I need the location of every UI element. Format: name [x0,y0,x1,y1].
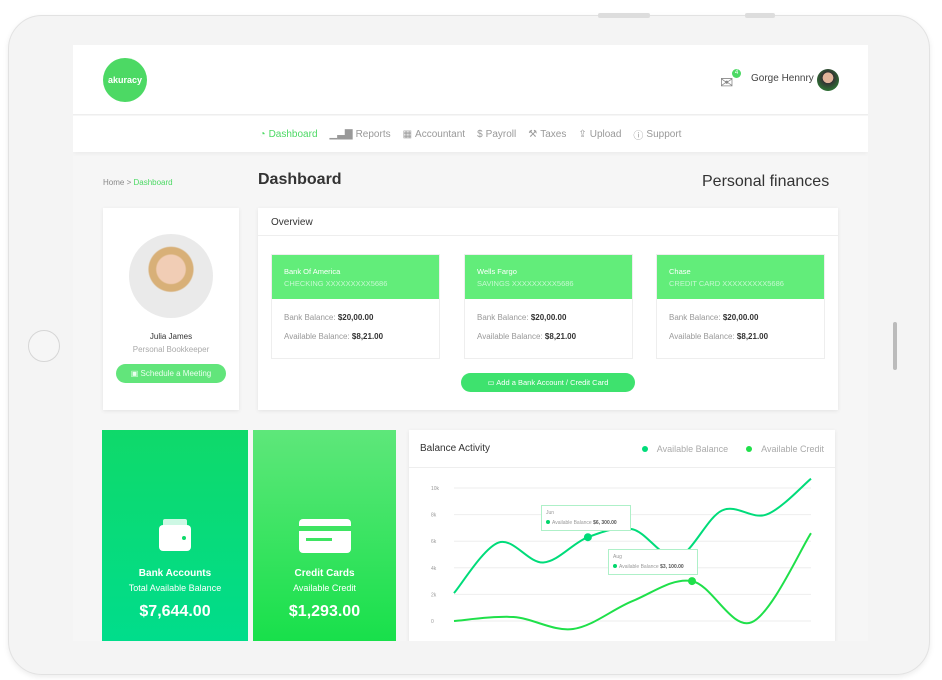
side-button [893,322,897,370]
y-tick-label: 0 [431,619,434,625]
breadcrumb-separator: > [126,178,132,187]
nav-upload[interactable]: ⇪ Upload [578,129,621,140]
mail-icon[interactable]: ✉ [720,73,733,93]
profile-photo [129,234,213,318]
balance-activity-card: Balance Activity Available Balance Avail… [409,430,835,641]
upload-icon: ⇪ [578,128,587,140]
app-screen: akuracy ✉ 4 Gorge Hennry ◔ Dashboard ▁▃▇ R… [73,45,868,641]
available-balance-label: Available Balance: [669,332,735,341]
highlight-point [583,533,592,542]
bank-name: Wells Fargo [477,267,517,276]
breadcrumb-home[interactable]: Home [103,178,124,187]
breadcrumb-current: Dashboard [133,178,173,187]
gauge-icon: ◔ [259,128,266,140]
tile-title: Bank Accounts [138,568,212,579]
volume-button [598,13,650,18]
home-button[interactable] [28,330,60,362]
nav-dashboard[interactable]: ◔ Dashboard [260,129,318,140]
legend-available-balance[interactable]: Available Balance [641,444,728,454]
credit-card-icon [253,518,396,558]
logo[interactable]: akuracy [103,58,147,102]
calculator-icon: ▦ [402,128,413,140]
main-nav: ◔ Dashboard ▁▃▇ Reports ▦ Accountant $ Payro… [73,116,868,152]
profile-name: Julia James [149,332,193,341]
series-line-1 [453,532,812,631]
breadcrumb: Home > Dashboard [103,178,173,187]
bank-balance-label: Bank Balance: [669,313,721,322]
overview-title: Overview [258,208,838,236]
available-balance-label: Available Balance: [477,332,543,341]
tooltip-aug: Aug Available Balance $3, 100.00 [608,549,698,575]
account-card[interactable]: Bank Of America CHECKING XXXXXXXXX5686 Ba… [271,254,440,359]
power-button [745,13,775,18]
page-title: Dashboard [258,171,342,188]
y-tick-label: 6k [431,539,437,545]
tile-subtitle: Total Available Balance [128,583,222,593]
tile-value: $1,293.00 [288,603,361,620]
account-card[interactable]: Wells Fargo SAVINGS XXXXXXXXX5686 Bank Ba… [464,254,633,359]
user-name[interactable]: Gorge Hennry [751,73,814,84]
available-balance: $8,21.00 [351,332,384,341]
profile-role: Personal Bookkeeper [132,345,210,354]
account-card[interactable]: Chase CREDIT CARD XXXXXXXXX5686 Bank Bala… [656,254,825,359]
available-balance: $8,21.00 [736,332,769,341]
available-balance-label: Available Balance: [284,332,350,341]
schedule-meeting-button[interactable]: ▣ Schedule a Meeting [116,364,226,383]
bank-balance: $20,00.00 [530,313,567,322]
legend-available-credit[interactable]: Available Credit [746,444,824,454]
profile-card: Julia James Personal Bookkeeper ▣ Schedu… [103,208,239,410]
wallet-icon [102,518,248,558]
series-line-0 [453,477,812,594]
bank-name: Bank Of America [284,267,341,276]
nav-payroll[interactable]: $ Payroll [477,129,516,140]
available-balance: $8,21.00 [544,332,577,341]
nav-taxes[interactable]: ⚒ Taxes [528,129,566,140]
calendar-icon: ▣ [130,369,139,378]
y-tick-label: 2k [431,592,437,598]
nav-accountant[interactable]: ▦ Accountant [403,129,466,140]
bank-name: Chase [669,267,691,276]
help-icon: ⓘ [633,130,644,142]
card-icon: ▭ [487,378,495,387]
tile-subtitle: Available Credit [293,583,356,593]
bank-balance: $20,00.00 [337,313,374,322]
account-type: SAVINGS XXXXXXXXX5686 [477,279,574,288]
bank-balance-label: Bank Balance: [284,313,336,322]
bank-balance-label: Bank Balance: [477,313,529,322]
bank-balance: $20,00.00 [722,313,759,322]
tile-value: $7,644.00 [139,603,211,620]
tile-title: Credit Cards [294,568,355,579]
user-avatar[interactable] [817,69,839,91]
credit-cards-tile[interactable]: Credit Cards Available Credit $1,293.00 [253,430,396,641]
add-account-button[interactable]: ▭ Add a Bank Account / Credit Card [461,373,635,392]
mail-badge: 4 [732,69,741,78]
overview-card: Overview Bank Of America CHECKING XXXXXXX… [258,208,838,410]
y-tick-label: 8k [431,513,437,519]
nav-reports[interactable]: ▁▃▇ Reports [330,129,391,140]
gavel-icon: ⚒ [528,128,538,140]
page-subtitle: Personal finances [702,173,830,190]
chart-legend: Available Balance Available Credit [641,444,824,454]
tooltip-jun: Jun Available Balance $6, 300.00 [541,505,631,531]
highlight-point [688,577,696,586]
dollar-icon: $ [477,128,483,140]
header: akuracy ✉ 4 Gorge Hennry [73,45,868,115]
bank-accounts-tile[interactable]: Bank Accounts Total Available Balance $7… [102,430,248,641]
nav-support[interactable]: ⓘ Support [633,127,681,142]
chart-title: Balance Activity [420,443,491,454]
y-tick-label: 10k [431,486,440,492]
bar-chart-icon: ▁▃▇ [329,128,353,140]
y-tick-label: 4k [431,566,437,572]
account-type: CHECKING XXXXXXXXX5686 [284,279,388,288]
account-type: CREDIT CARD XXXXXXXXX5686 [669,279,784,288]
